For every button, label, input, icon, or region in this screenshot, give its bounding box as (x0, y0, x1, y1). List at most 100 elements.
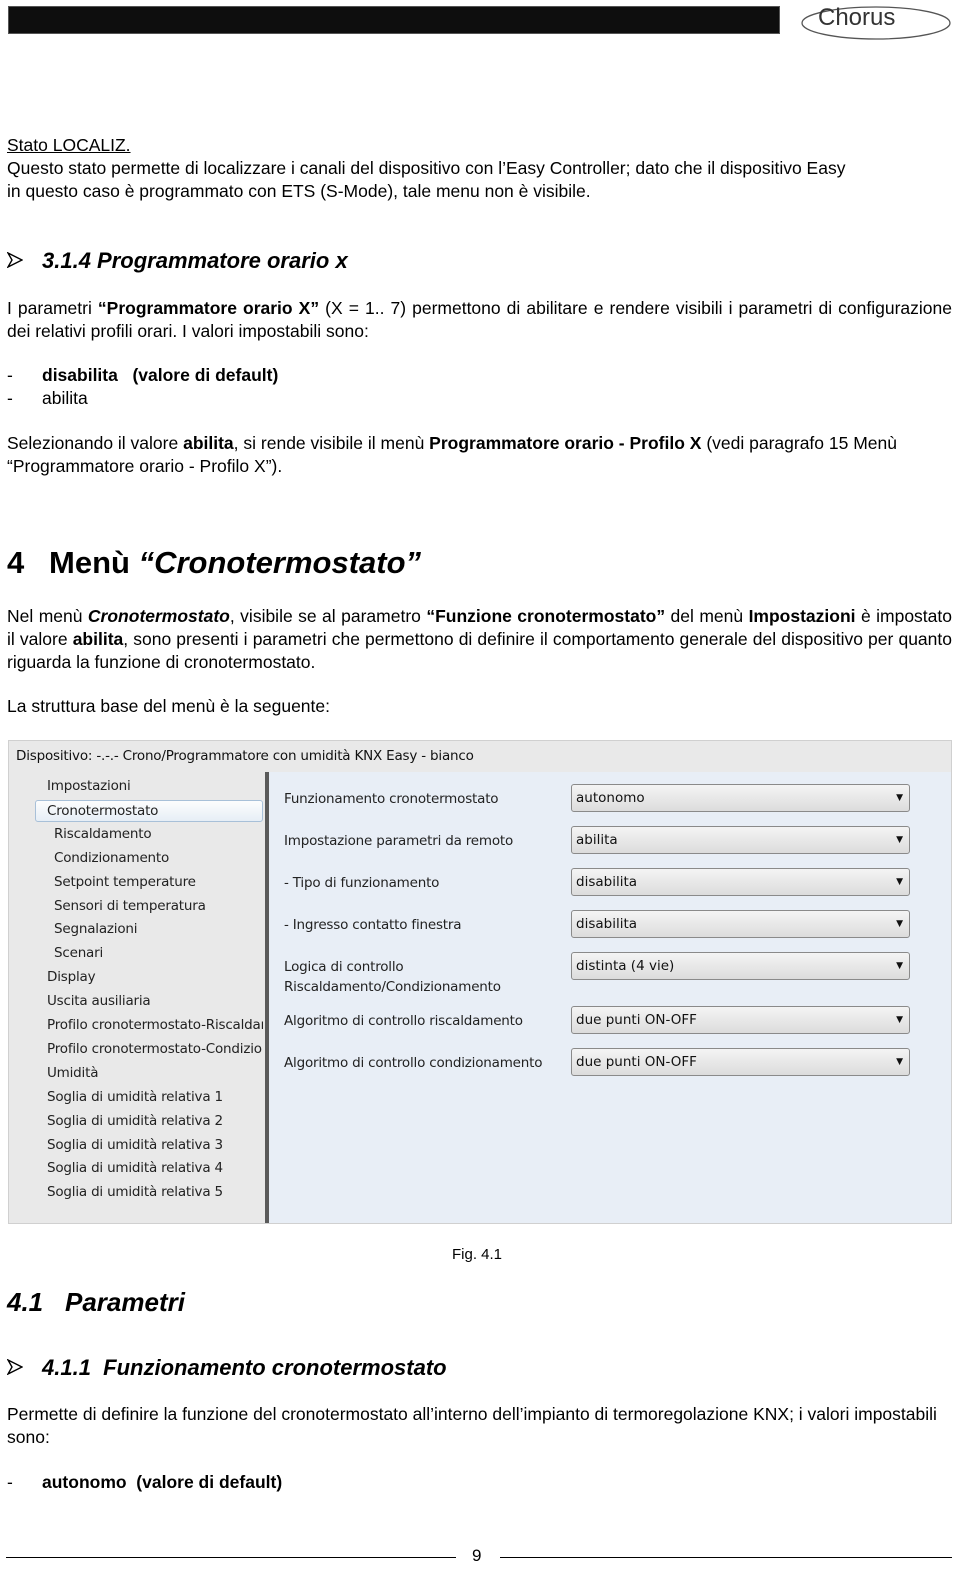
list-dash: - (7, 1472, 13, 1492)
tree-item[interactable]: Uscita ausiliaria (47, 991, 263, 1011)
parameter-dropdown[interactable]: distinta (4 vie) ▼ (571, 952, 910, 980)
parameter-label-line: Algoritmo di controllo riscaldamento (284, 1013, 523, 1029)
parameter-label: Logica di controllo Riscaldamento/Condizi… (284, 957, 501, 997)
header-bar (8, 6, 780, 34)
parameter-dropdown[interactable]: due punti ON-OFF ▼ (571, 1006, 910, 1034)
option-item: - autonomo (valore di default) (7, 1471, 282, 1494)
heading-number: 4 (7, 545, 25, 580)
section-title-localiz: Stato LOCALIZ. (7, 135, 131, 155)
dropdown-arrow-icon[interactable]: ▼ (896, 827, 903, 853)
tree-item[interactable]: Soglia di umidità relativa 3 (47, 1135, 263, 1155)
tree-item[interactable]: Display (47, 967, 263, 987)
text-run: , visibile se al parametro (229, 606, 427, 626)
paragraph-selezionando: Selezionando il valore abilita, si rende… (7, 432, 952, 478)
logo-graphic: Chorus (801, 4, 951, 40)
paragraph-cronotermostato: Nel menù Cronotermostato, visibile se al… (7, 605, 952, 674)
list-dash: - (7, 365, 13, 385)
heading-italic: “Cronotermostato” (138, 545, 422, 580)
tree-item[interactable]: Soglia di umidità relativa 1 (47, 1087, 263, 1107)
parameter-dropdown[interactable]: due punti ON-OFF ▼ (571, 1048, 910, 1076)
dropdown-arrow-icon[interactable]: ▼ (896, 911, 903, 937)
bold-run: abilita (183, 433, 234, 453)
option-item: - abilita (7, 387, 88, 410)
tree-item[interactable]: Riscaldamento (54, 824, 263, 844)
text-run: Selezionando il valore (7, 433, 184, 453)
tree-item[interactable]: Soglia di umidità relativa 2 (47, 1111, 263, 1131)
paragraph-programmatore: I parametri “Programmatore orario X” (X … (7, 297, 952, 343)
tree-item[interactable]: Segnalazioni (54, 919, 263, 939)
dropdown-arrow-icon[interactable]: ▼ (896, 1049, 903, 1075)
parameter-label-line: Logica di controllo (284, 959, 404, 975)
parameter-label-line: - Tipo di funzionamento (284, 875, 440, 891)
parameter-panel: Funzionamento cronotermostato autonomo ▼ Im… (269, 772, 951, 1223)
logo-text: Chorus (818, 4, 895, 31)
dropdown-value: due punti ON-OFF (576, 1012, 697, 1028)
footer-rule-right (500, 1557, 952, 1558)
option-item: - disabilita (valore di default) (7, 364, 278, 387)
bold-run: abilita (72, 629, 124, 649)
page-number: 9 (472, 1546, 482, 1565)
paragraph-funzionamento: Permette di definire la funzione del cro… (7, 1404, 937, 1447)
dropdown-arrow-icon[interactable]: ▼ (896, 1007, 903, 1033)
parameter-label-line: Impostazione parametri da remoto (284, 833, 514, 849)
heading-4: 4 Menù “Cronotermostato” (7, 545, 421, 581)
localiz-line-2: in questo caso è programmato con ETS (S-… (7, 181, 591, 201)
option-label: disabilita (valore di default) (42, 365, 279, 385)
chorus-logo: Chorus (798, 0, 954, 44)
parameter-label: Funzionamento cronotermostato (284, 789, 499, 809)
text-run: del menù (665, 606, 749, 626)
parameter-dropdown[interactable]: abilita ▼ (571, 826, 910, 854)
localiz-line-1: Questo stato permette di localizzare i c… (7, 158, 846, 178)
list-dash: - (7, 388, 13, 408)
tree-item[interactable]: Profilo cronotermostato-Riscaldamento (47, 1015, 263, 1035)
bold-run: Programmatore orario - Profilo X (429, 433, 702, 453)
heading-4-1-1: 4.1.1 Funzionamento cronotermostato (6, 1355, 447, 1381)
text-run: , sono presenti i parametri che permetto… (7, 629, 952, 672)
parameter-label: Algoritmo di controllo condizionamento (284, 1053, 542, 1073)
heading-text: Parametri (65, 1287, 185, 1317)
bold-run: “Programmatore orario X” (97, 298, 320, 318)
dropdown-value: abilita (576, 832, 618, 848)
tree-item[interactable]: Profilo cronotermostato-Condizionamento (47, 1039, 263, 1059)
tree-item[interactable]: Impostazioni (47, 776, 263, 796)
tree-item[interactable]: Condizionamento (54, 848, 263, 868)
tree-item[interactable]: Umidità (47, 1063, 263, 1083)
figure-caption: Fig. 4.1 (452, 1246, 503, 1263)
option-label: abilita (42, 388, 88, 408)
heading-3-1-4: 3.1.4 Programmatore orario x (6, 248, 348, 274)
parameter-dropdown[interactable]: autonomo ▼ (571, 784, 910, 812)
parameter-dropdown[interactable]: disabilita ▼ (571, 910, 910, 938)
parameter-label-line: Algoritmo di controllo condizionamento (284, 1055, 543, 1071)
parameter-label-line: - Ingresso contatto finestra (284, 917, 462, 933)
tree-item[interactable]: Cronotermostato (35, 799, 263, 822)
option-label: autonomo (valore di default) (42, 1472, 283, 1492)
heading-number: 4.1 (7, 1287, 44, 1317)
parameter-dropdown[interactable]: disabilita ▼ (571, 868, 910, 896)
dropdown-value: distinta (4 vie) (576, 958, 675, 974)
device-title: Dispositivo: -.-.- Crono/Programmatore c… (16, 748, 474, 764)
parameter-tree: Impostazioni Cronotermostato Riscaldamento… (9, 771, 267, 1223)
tree-item[interactable]: Scenari (54, 943, 263, 963)
dropdown-arrow-icon[interactable]: ▼ (896, 953, 903, 979)
tree-item[interactable]: Sensori di temperatura (54, 896, 263, 916)
bold-run: “Funzione cronotermostato” (426, 606, 666, 626)
tree-item[interactable]: Soglia di umidità relativa 5 (47, 1182, 263, 1202)
dropdown-arrow-icon[interactable]: ▼ (896, 869, 903, 895)
text-run: , si rende visibile il menù (233, 433, 430, 453)
bold-italic-run: Cronotermostato (87, 606, 230, 626)
parameter-label: Impostazione parametri da remoto (284, 831, 513, 851)
parameter-label: - Ingresso contatto finestra (284, 915, 462, 935)
dropdown-arrow-icon[interactable]: ▼ (896, 785, 903, 811)
tree-item[interactable]: Setpoint temperature (54, 872, 263, 892)
heading-text: Menù (49, 545, 139, 580)
structure-intro: La struttura base del menù è la seguente… (7, 696, 330, 716)
dropdown-value: autonomo (576, 790, 645, 806)
parameter-label: - Tipo di funzionamento (284, 873, 439, 893)
arrow-bullet-icon (6, 248, 29, 274)
text-run: Nel menù (7, 606, 88, 626)
heading-3-1-4-text: 3.1.4 Programmatore orario x (42, 248, 348, 273)
tree-item[interactable]: Soglia di umidità relativa 4 (47, 1158, 263, 1178)
arrow-bullet-icon (6, 1355, 29, 1381)
bold-run: Impostazioni (748, 606, 856, 626)
dropdown-value: due punti ON-OFF (576, 1054, 697, 1070)
